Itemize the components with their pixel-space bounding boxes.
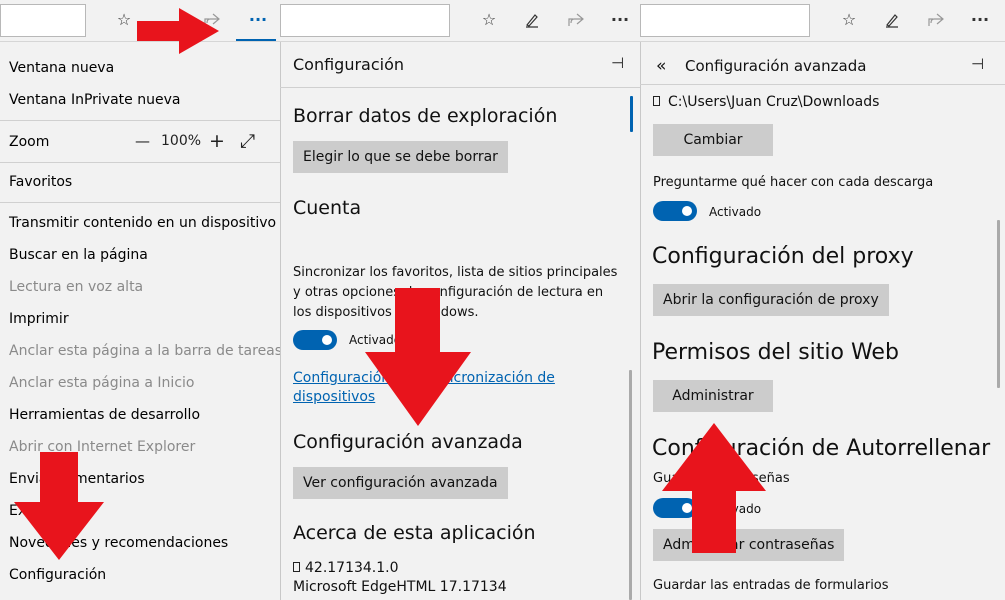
folder-icon xyxy=(653,96,660,106)
menu-item-feedback[interactable]: Enviar comentarios xyxy=(9,470,145,488)
zoom-out-button[interactable]: — xyxy=(135,131,150,151)
save-passwords-toggle[interactable] xyxy=(653,498,697,518)
menu-item-settings[interactable]: Configuración xyxy=(9,566,106,584)
advanced-heading: Configuración avanzada xyxy=(293,431,523,453)
divider xyxy=(0,202,280,203)
share-icon[interactable] xyxy=(200,8,224,32)
menu-item-print[interactable]: Imprimir xyxy=(9,310,69,328)
sync-toggle[interactable] xyxy=(293,330,337,350)
star-icon[interactable]: ☆ xyxy=(112,8,136,32)
more-active-indicator xyxy=(236,39,276,41)
more-icon[interactable]: ··· xyxy=(968,8,992,32)
save-passwords-label: Guardar contraseñas xyxy=(653,471,790,486)
address-bar[interactable] xyxy=(640,4,810,37)
clear-data-button[interactable]: Elegir lo que se debe borrar xyxy=(293,141,508,173)
menu-item-favorites[interactable]: Favoritos xyxy=(9,173,72,191)
back-icon[interactable]: « xyxy=(656,56,666,76)
sync-description: Sincronizar los favoritos, lista de siti… xyxy=(293,265,618,320)
proxy-heading: Configuración del proxy xyxy=(652,244,914,269)
menu-item-cast[interactable]: Transmitir contenido en un dispositivo xyxy=(9,214,276,232)
sync-toggle-label: Activado xyxy=(349,333,402,347)
menu-item-open-ie: Abrir con Internet Explorer xyxy=(9,439,196,455)
doc-icon xyxy=(293,562,300,572)
address-bar[interactable] xyxy=(0,4,86,37)
version-text: 42.17134.1.0 xyxy=(293,558,399,578)
star-icon[interactable]: ☆ xyxy=(477,8,501,32)
toolbar: ☆ ··· xyxy=(640,0,1005,42)
scrollbar-top[interactable] xyxy=(630,96,633,132)
menu-item-find[interactable]: Buscar en la página xyxy=(9,246,148,264)
menu-item-read-aloud: Lectura en voz alta xyxy=(9,279,144,295)
account-heading: Cuenta xyxy=(293,197,362,219)
pin-icon[interactable]: ⊣ xyxy=(971,55,984,73)
advanced-settings-panel: ☆ ··· « Configuración avanzada ⊣ C:\User… xyxy=(640,0,1005,600)
menu-item-pin-start: Anclar esta página a Inicio xyxy=(9,375,195,391)
zoom-in-button[interactable]: + xyxy=(209,131,225,151)
pen-icon[interactable] xyxy=(880,8,904,32)
share-icon[interactable] xyxy=(924,8,948,32)
menu-item-devtools[interactable]: Herramientas de desarrollo xyxy=(9,406,200,424)
toolbar: ☆ ··· xyxy=(0,0,280,42)
divider xyxy=(280,87,640,88)
more-icon[interactable]: ··· xyxy=(246,8,270,32)
fullscreen-icon[interactable]: ⤢ xyxy=(240,131,255,151)
divider xyxy=(640,84,1005,85)
view-advanced-button[interactable]: Ver configuración avanzada xyxy=(293,467,508,499)
settings-title: Configuración xyxy=(293,55,405,74)
download-path-value: C:\Users\Juan Cruz\Downloads xyxy=(668,94,880,110)
toolbar: ☆ ··· xyxy=(280,0,640,42)
pen-icon[interactable] xyxy=(520,8,544,32)
star-icon[interactable]: ☆ xyxy=(837,8,861,32)
sync-settings-link[interactable]: Configuración de la sincronización de di… xyxy=(293,369,593,407)
site-permissions-heading: Permisos del sitio Web xyxy=(652,340,899,365)
zoom-value: 100% xyxy=(161,133,202,149)
menu-item-extensions[interactable]: Extensiones xyxy=(9,502,94,520)
ask-download-label: Preguntarme qué hacer con cada descarga xyxy=(653,175,934,190)
more-menu-panel: ☆ ··· Ventana nueva Ventana InPrivate nu… xyxy=(0,0,280,600)
divider xyxy=(0,120,280,121)
change-button[interactable]: Cambiar xyxy=(653,124,773,156)
divider xyxy=(0,162,280,163)
version-value: 42.17134.1.0 xyxy=(305,560,399,576)
menu-item-new-window[interactable]: Ventana nueva xyxy=(9,59,114,77)
menu-item-whats-new[interactable]: Novedades y recomendaciones xyxy=(9,534,228,552)
scrollbar[interactable] xyxy=(997,220,1000,388)
ask-download-toggle[interactable] xyxy=(653,201,697,221)
settings-panel: ☆ ··· Configuración ⊣ Borrar datos de ex… xyxy=(280,0,640,600)
manage-site-button[interactable]: Administrar xyxy=(653,380,773,412)
more-icon[interactable]: ··· xyxy=(608,8,632,32)
proxy-button[interactable]: Abrir la configuración de proxy xyxy=(653,284,889,316)
menu-item-pin-taskbar: Anclar esta página a la barra de tareas xyxy=(9,343,280,359)
save-forms-label: Guardar las entradas de formularios xyxy=(653,578,889,593)
share-icon[interactable] xyxy=(564,8,588,32)
menu-item-inprivate[interactable]: Ventana InPrivate nueva xyxy=(9,91,180,109)
scrollbar[interactable] xyxy=(629,370,632,600)
menu-item-zoom: Zoom xyxy=(9,134,50,150)
panel-border xyxy=(640,42,641,600)
ask-download-toggle-label: Activado xyxy=(709,205,762,219)
autofill-heading: Configuración de Autorrellenar xyxy=(652,436,991,461)
download-path: C:\Users\Juan Cruz\Downloads xyxy=(653,92,879,112)
clear-data-heading: Borrar datos de exploración xyxy=(293,105,558,127)
panel-border xyxy=(280,42,281,600)
about-heading: Acerca de esta aplicación xyxy=(293,522,536,544)
pin-icon[interactable]: ⊣ xyxy=(611,54,624,72)
address-bar[interactable] xyxy=(280,4,450,37)
manage-passwords-button[interactable]: Administrar contraseñas xyxy=(653,529,845,561)
advanced-title: Configuración avanzada xyxy=(685,57,867,75)
edgehtml-version: Microsoft EdgeHTML 17.17134 xyxy=(293,579,507,595)
save-passwords-toggle-label: Activado xyxy=(709,502,762,516)
